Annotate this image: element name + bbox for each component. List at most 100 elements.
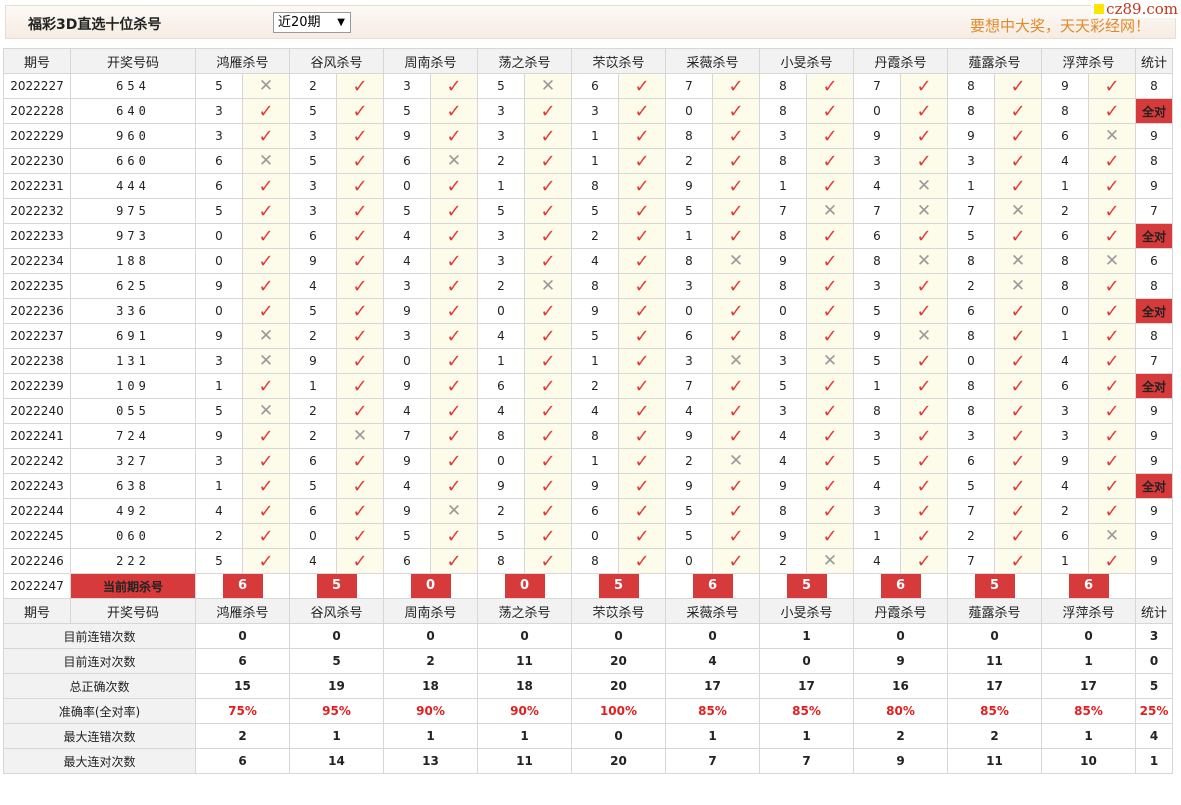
check-icon: ✓: [352, 325, 368, 347]
period-cell: 2022239: [3, 373, 71, 399]
draw-numbers-cell: 492: [70, 498, 196, 524]
check-icon: ✓: [1104, 350, 1120, 372]
cross-icon: ✕: [822, 351, 838, 371]
column-header: 周南杀号: [383, 48, 478, 74]
result-mark-cell: ✕: [242, 398, 290, 424]
result-mark-cell: ✓: [712, 498, 760, 524]
period-select[interactable]: 近20期 ▼: [273, 12, 351, 33]
stats-value: 85%: [1041, 698, 1136, 724]
kill-number-cell: 9: [571, 473, 619, 499]
stats-row: 目前连对次数 6 5 2 11 20 4 0 9 11 1 0: [3, 648, 1173, 674]
kill-number-cell: 5: [759, 373, 807, 399]
draw-numbers-cell: 188: [70, 248, 196, 274]
check-icon: ✓: [634, 400, 650, 422]
check-icon: ✓: [258, 425, 274, 447]
check-icon: ✓: [822, 525, 838, 547]
table-row: 2022234 188 0 ✓ 9 ✓ 4 ✓ 3 ✓ 4 ✓ 8 ✕ 9 ✓ 8 ✕ 8 ✕ 8 ✕ 6: [3, 248, 1173, 274]
check-icon: ✓: [540, 300, 556, 322]
column-header: 浮萍杀号: [1041, 598, 1136, 624]
check-icon: ✓: [1104, 550, 1120, 572]
stats-value: 17: [1041, 673, 1136, 699]
kill-number-cell: 9: [665, 473, 713, 499]
result-mark-cell: ✓: [242, 198, 290, 224]
check-icon: ✓: [352, 525, 368, 547]
result-mark-cell: ✓: [618, 248, 666, 274]
kill-number-cell: 2: [665, 148, 713, 174]
result-mark-cell: ✓: [618, 223, 666, 249]
check-icon: ✓: [1104, 75, 1120, 97]
kill-number-cell: 1: [853, 523, 901, 549]
kill-number-cell: 9: [759, 248, 807, 274]
kill-number-cell: 6: [1041, 373, 1089, 399]
current-kill-number-cell: 5: [571, 573, 666, 599]
result-mark-cell: ✓: [806, 323, 854, 349]
check-icon: ✓: [1010, 400, 1026, 422]
current-kill-number: 5: [974, 574, 1015, 598]
stat-cell: 9: [1135, 523, 1173, 549]
kill-number-cell: 5: [853, 348, 901, 374]
result-mark-cell: ✓: [524, 123, 572, 149]
check-icon: ✓: [1010, 550, 1026, 572]
result-mark-cell: ✓: [900, 523, 948, 549]
result-mark-cell: ✓: [806, 73, 854, 99]
check-icon: ✓: [728, 275, 744, 297]
site-logo[interactable]: cz89.com: [1091, 0, 1181, 18]
check-icon: ✓: [446, 125, 462, 147]
check-icon: ✓: [446, 350, 462, 372]
stats-value: 90%: [383, 698, 478, 724]
period-cell: 2022230: [3, 148, 71, 174]
check-icon: ✓: [540, 450, 556, 472]
check-icon: ✓: [446, 200, 462, 222]
kill-number-cell: 3: [1041, 423, 1089, 449]
period-cell: 2022228: [3, 98, 71, 124]
kill-number-cell: 4: [571, 398, 619, 424]
result-mark-cell: ✕: [994, 198, 1042, 224]
check-icon: ✓: [540, 525, 556, 547]
table-row: 2022232 975 5 ✓ 3 ✓ 5 ✓ 5 ✓ 5 ✓ 5 ✓ 7 ✕ 7 ✕ 7 ✕ 2 ✓ 7: [3, 198, 1173, 224]
stats-value: 11: [477, 648, 572, 674]
result-mark-cell: ✓: [712, 473, 760, 499]
result-mark-cell: ✓: [430, 548, 478, 574]
check-icon: ✓: [540, 400, 556, 422]
stats-value: 0: [571, 623, 666, 649]
result-mark-cell: ✓: [900, 548, 948, 574]
cross-icon: ✕: [540, 276, 556, 296]
kill-number-cell: 6: [289, 448, 337, 474]
current-kill-number: 6: [880, 574, 921, 598]
result-mark-cell: ✓: [242, 523, 290, 549]
result-mark-cell: ✕: [524, 73, 572, 99]
result-mark-cell: ✓: [806, 273, 854, 299]
kill-number-cell: 1: [665, 223, 713, 249]
result-mark-cell: ✓: [336, 448, 384, 474]
cross-icon: ✕: [916, 251, 932, 271]
check-icon: ✓: [540, 175, 556, 197]
kill-number-cell: 7: [665, 73, 713, 99]
current-kill-number: 5: [598, 574, 639, 598]
stats-value: 1: [759, 723, 854, 749]
check-icon: ✓: [540, 350, 556, 372]
result-mark-cell: ✓: [524, 423, 572, 449]
period-cell: 2022231: [3, 173, 71, 199]
check-icon: ✓: [258, 375, 274, 397]
check-icon: ✓: [634, 475, 650, 497]
stats-value: 6: [195, 648, 290, 674]
check-icon: ✓: [540, 550, 556, 572]
kill-number-cell: 6: [195, 148, 243, 174]
stats-value: 2: [853, 723, 948, 749]
result-mark-cell: ✓: [994, 98, 1042, 124]
result-mark-cell: ✓: [1088, 273, 1136, 299]
result-mark-cell: ✓: [806, 123, 854, 149]
stats-value: 15: [195, 673, 290, 699]
kill-number-cell: 9: [289, 348, 337, 374]
kill-number-cell: 8: [477, 423, 525, 449]
stat-cell: 全对: [1135, 298, 1173, 324]
cross-icon: ✕: [446, 151, 462, 171]
result-mark-cell: ✓: [430, 98, 478, 124]
kill-number-cell: 4: [853, 548, 901, 574]
current-kill-number-cell: 0: [477, 573, 572, 599]
kill-number-cell: 1: [571, 123, 619, 149]
result-mark-cell: ✓: [336, 298, 384, 324]
kill-number-cell: 5: [477, 523, 525, 549]
kill-number-cell: 8: [1041, 248, 1089, 274]
stat-cell: 全对: [1135, 98, 1173, 124]
